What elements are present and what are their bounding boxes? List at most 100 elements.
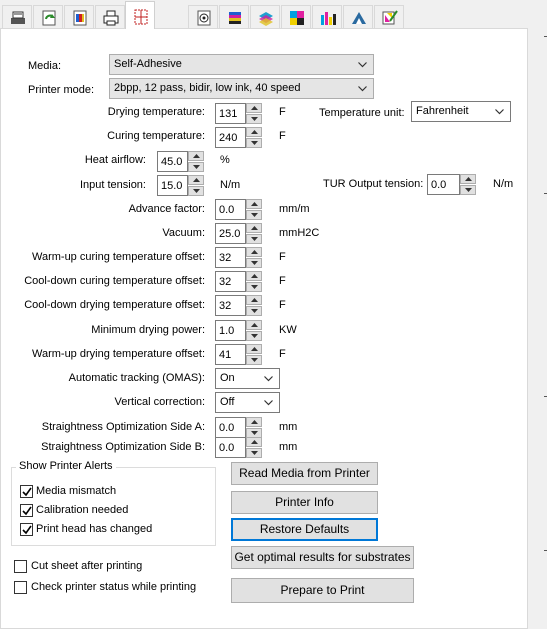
arrow-down-icon (251, 358, 258, 362)
spin-down-button[interactable] (246, 210, 262, 220)
temp-unit-dropdown[interactable]: Fahrenheit (411, 101, 511, 122)
warmup-drying-offset-input[interactable] (215, 344, 246, 365)
printer-mode-dropdown[interactable]: 2bpp, 12 pass, bidir, low ink, 40 speed (109, 78, 374, 99)
spin-up-button[interactable] (246, 103, 262, 113)
tur-output-tension-unit: N/m (493, 178, 514, 190)
warmup-curing-offset-spinner[interactable] (215, 247, 262, 268)
curing-temp-input[interactable] (215, 127, 246, 148)
restore-defaults-button[interactable]: Restore Defaults (231, 518, 378, 541)
straightness-b-unit: mm (279, 441, 298, 453)
tab-color-swatch[interactable] (64, 5, 94, 28)
tab-printer-settings[interactable] (2, 5, 32, 28)
spin-up-button[interactable] (246, 417, 262, 427)
cooldown-drying-offset-spinner[interactable] (215, 295, 262, 316)
spin-up-button[interactable] (246, 127, 262, 137)
cooldown-drying-offset-unit: F (279, 299, 286, 311)
vacuum-spinner[interactable] (215, 223, 262, 244)
tur-output-tension-input[interactable] (427, 174, 460, 195)
media-mismatch-checkbox[interactable] (20, 485, 33, 498)
spin-down-button[interactable] (246, 448, 262, 458)
straightness-b-spinner[interactable] (215, 437, 262, 458)
spin-down-button[interactable] (246, 234, 262, 244)
media-value: Self-Adhesive (114, 58, 182, 70)
cooldown-curing-offset-spinner[interactable] (215, 271, 262, 292)
cut-sheet-checkbox[interactable] (14, 560, 27, 573)
spin-down-button[interactable] (246, 306, 262, 316)
spin-up-button[interactable] (188, 175, 204, 185)
spin-up-button[interactable] (188, 151, 204, 161)
curing-temp-spinner[interactable] (215, 127, 262, 148)
straightness-a-input[interactable] (215, 417, 246, 438)
auto-tracking-dropdown[interactable]: On (215, 368, 280, 389)
printer-mode-value: 2bpp, 12 pass, bidir, low ink, 40 speed (114, 82, 301, 94)
tab-refresh-media[interactable] (33, 5, 63, 28)
tur-output-tension-spinner[interactable] (427, 174, 476, 195)
spin-up-button[interactable] (246, 247, 262, 257)
spin-up-button[interactable] (246, 223, 262, 233)
input-tension-label: Input tension: (79, 179, 146, 191)
arrow-up-icon (251, 106, 258, 110)
straightness-b-input[interactable] (215, 437, 246, 458)
tab-page-layout[interactable] (125, 1, 155, 29)
printer-icon (103, 10, 119, 26)
cooldown-drying-offset-input[interactable] (215, 295, 246, 316)
spin-down-button[interactable] (246, 355, 262, 365)
advance-factor-spinner[interactable] (215, 199, 262, 220)
spin-down-button[interactable] (246, 114, 262, 124)
straightness-a-spinner[interactable] (215, 417, 262, 438)
heat-airflow-spinner[interactable] (157, 151, 204, 172)
tab-color-brush[interactable] (374, 5, 404, 28)
spin-down-button[interactable] (188, 162, 204, 172)
input-tension-spinner[interactable] (157, 175, 204, 196)
arrow-up-icon (251, 323, 258, 327)
heat-airflow-input[interactable] (157, 151, 188, 172)
prepare-print-button[interactable]: Prepare to Print (231, 578, 414, 603)
optimal-results-button[interactable]: Get optimal results for substrates (231, 546, 414, 569)
drying-temp-input[interactable] (215, 103, 246, 124)
printer-info-button[interactable]: Printer Info (231, 491, 378, 514)
check-status-checkbox[interactable] (14, 581, 27, 594)
tab-ink-layers[interactable] (250, 5, 280, 28)
min-drying-power-spinner[interactable] (215, 320, 262, 341)
tab-color-bars[interactable] (219, 5, 249, 28)
spin-up-button[interactable] (246, 437, 262, 447)
advance-factor-input[interactable] (215, 199, 246, 220)
spin-up-button[interactable] (246, 344, 262, 354)
drying-temp-spinner[interactable] (215, 103, 262, 124)
color-brush-icon (382, 10, 398, 25)
spin-up-button[interactable] (246, 295, 262, 305)
tab-gamut[interactable] (343, 5, 373, 28)
tab-cmyk-squares[interactable] (281, 5, 311, 28)
print-head-changed-checkbox[interactable] (20, 523, 33, 536)
tab-ink-levels[interactable] (312, 5, 342, 28)
checkmark-icon (22, 487, 32, 497)
spin-down-button[interactable] (246, 258, 262, 268)
calibration-needed-label: Calibration needed (36, 504, 129, 516)
min-drying-power-input[interactable] (215, 320, 246, 341)
spin-down-button[interactable] (246, 138, 262, 148)
arrow-down-icon (193, 165, 200, 169)
spin-up-button[interactable] (246, 199, 262, 209)
vacuum-input[interactable] (215, 223, 246, 244)
spin-down-button[interactable] (246, 331, 262, 341)
spin-up-button[interactable] (246, 320, 262, 330)
spin-down-button[interactable] (460, 185, 476, 195)
vertical-scrollbar[interactable] (530, 28, 547, 629)
input-tension-input[interactable] (157, 175, 188, 196)
tab-target[interactable] (188, 5, 218, 28)
spin-up-button[interactable] (460, 174, 476, 184)
warmup-drying-offset-spinner[interactable] (215, 344, 262, 365)
warmup-curing-offset-input[interactable] (215, 247, 246, 268)
arrow-up-icon (251, 274, 258, 278)
vertical-correction-dropdown[interactable]: Off (215, 392, 280, 413)
arrow-down-icon (251, 334, 258, 338)
tab-printer[interactable] (95, 5, 125, 28)
read-media-button[interactable]: Read Media from Printer (231, 462, 378, 485)
cooldown-curing-offset-input[interactable] (215, 271, 246, 292)
spin-up-button[interactable] (246, 271, 262, 281)
spin-down-button[interactable] (246, 282, 262, 292)
warmup-drying-offset-label: Warm-up drying temperature offset: (31, 348, 205, 360)
calibration-needed-checkbox[interactable] (20, 504, 33, 517)
media-dropdown[interactable]: Self-Adhesive (109, 54, 374, 75)
spin-down-button[interactable] (188, 186, 204, 196)
